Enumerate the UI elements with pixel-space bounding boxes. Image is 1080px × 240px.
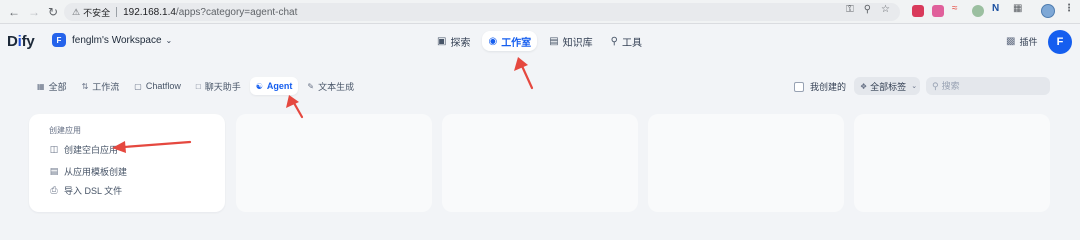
search-icon: ⚲ (932, 80, 939, 91)
forward-arrow-icon[interactable]: → (26, 4, 42, 20)
workspace-name: fenglm's Workspace (72, 34, 162, 46)
studio-icon: ◉ (488, 35, 498, 47)
extension-icon[interactable] (912, 5, 924, 17)
search-input[interactable] (941, 81, 1042, 91)
nav-explore[interactable]: ▣ 探索 (431, 31, 476, 51)
zoom-icon[interactable]: ⚲ (864, 4, 871, 15)
tag-filter-select[interactable]: ❖ 全部标签 ⌄ (854, 77, 920, 95)
annotation-arrow (514, 57, 534, 90)
browser-menu-icon[interactable]: ⋮ (1064, 3, 1074, 14)
reload-icon[interactable]: ↻ (45, 4, 61, 20)
extension-icon[interactable] (932, 5, 944, 17)
create-from-template-option[interactable]: ▤ 从应用模板创建 (49, 165, 127, 178)
app-card-placeholder (854, 114, 1050, 212)
create-blank-app-option[interactable]: ◫ 创建空白应用 (49, 143, 118, 156)
plugin-cube-icon: ▩ (1006, 36, 1016, 47)
chat-icon: □ (195, 81, 201, 91)
plugin-button[interactable]: ▩ 插件 (1006, 35, 1037, 48)
search-box[interactable]: ⚲ (926, 77, 1050, 95)
create-app-title: 创建应用 (49, 126, 81, 135)
app-card-placeholder (648, 114, 844, 212)
user-avatar[interactable]: F (1048, 30, 1072, 54)
extension-icon[interactable]: N (992, 3, 999, 14)
import-file-icon: ⎙ (50, 185, 58, 195)
app-card-placeholder (236, 114, 432, 212)
insecure-lock-icon[interactable]: ⚠ (72, 7, 80, 18)
browser-toolbar: ← → ↻ ⚠ 不安全 192.168.1.4/apps?category=ag… (0, 0, 1080, 24)
chevron-down-icon: ⌄ (165, 35, 173, 45)
app-card-placeholder (442, 114, 638, 212)
template-file-icon: ▤ (49, 166, 59, 176)
tools-icon: ⚲ (610, 35, 618, 47)
import-dsl-option[interactable]: ⎙ 导入 DSL 文件 (49, 184, 122, 197)
tab-chat-assistant[interactable]: □ 聊天助手 (190, 77, 247, 95)
password-key-icon[interactable]: ⚿ (846, 4, 854, 15)
address-bar[interactable]: ⚠ 不安全 192.168.1.4/apps?category=agent-ch… (64, 3, 900, 21)
workspace-switcher[interactable]: F fenglm's Workspace ⌄ (52, 33, 172, 47)
create-app-card: 创建应用 ◫ 创建空白应用 ▤ 从应用模板创建 ⎙ 导入 DSL 文件 (29, 114, 225, 212)
app-type-tabs: ▦ 全部 ⇅ 工作流 ▢ Chatflow □ 聊天助手 ☯ Agent ✎ 文本生成 (31, 77, 360, 95)
created-by-me-checkbox[interactable]: 我创建的 (794, 80, 846, 93)
url-path: /apps?category=agent-chat (175, 6, 298, 18)
tab-all[interactable]: ▦ 全部 (31, 77, 73, 95)
nav-tools[interactable]: ⚲ 工具 (605, 31, 648, 51)
blank-file-icon: ◫ (49, 144, 59, 154)
tag-icon: ❖ (860, 81, 868, 91)
puzzle-extensions-icon[interactable]: ▦ (1013, 3, 1022, 14)
tab-chatflow[interactable]: ▢ Chatflow (128, 77, 187, 95)
wifi-extension-icon[interactable]: ≈ (952, 3, 958, 14)
back-arrow-icon[interactable]: ← (6, 4, 22, 20)
insecure-label: 不安全 (83, 7, 111, 18)
extension-icon[interactable] (972, 5, 984, 17)
grid-icon: ▦ (37, 81, 45, 91)
url-host: 192.168.1.4 (123, 6, 176, 18)
tab-text-generation[interactable]: ✎ 文本生成 (301, 77, 360, 95)
nav-knowledge[interactable]: ▤ 知识库 (543, 31, 598, 51)
agent-icon: ☯ (255, 81, 263, 91)
knowledge-icon: ▤ (549, 35, 559, 47)
tab-workflow[interactable]: ⇅ 工作流 (76, 77, 126, 95)
dify-logo[interactable]: Dify (7, 33, 35, 50)
nav-studio[interactable]: ◉ 工作室 (482, 31, 538, 51)
tab-agent[interactable]: ☯ Agent (249, 77, 299, 95)
explore-icon: ▣ (437, 35, 447, 47)
workspace-avatar: F (52, 33, 66, 47)
bookmark-star-icon[interactable]: ☆ (881, 4, 890, 15)
browser-profile-avatar[interactable] (1041, 4, 1055, 18)
chevron-down-icon: ⌄ (911, 83, 918, 90)
workflow-icon: ⇅ (81, 81, 89, 91)
text-gen-icon: ✎ (307, 81, 315, 91)
chatflow-icon: ▢ (134, 81, 142, 91)
checkbox[interactable] (794, 81, 804, 92)
top-navigation: ▣ 探索 ◉ 工作室 ▤ 知识库 ⚲ 工具 (431, 31, 648, 51)
